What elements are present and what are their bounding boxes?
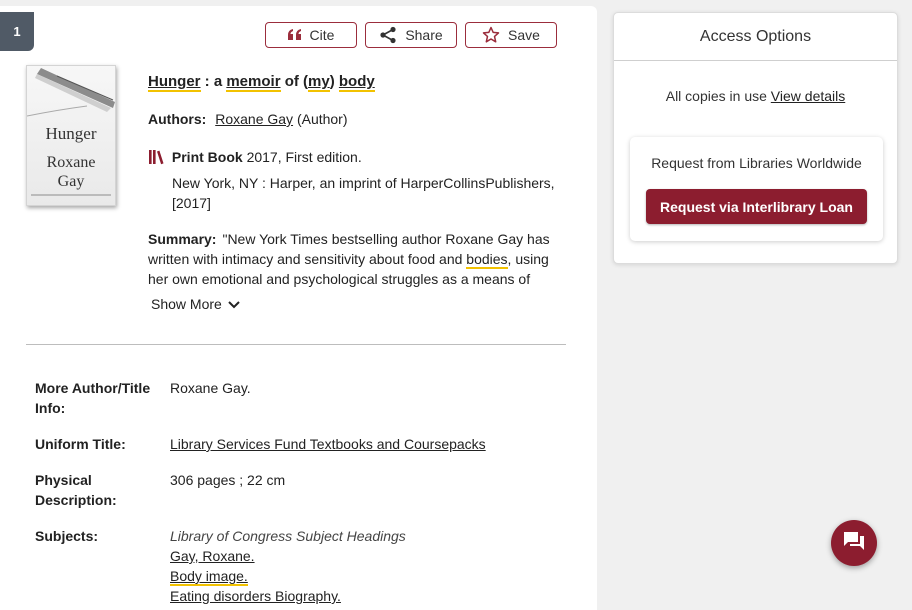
request-text: Request from Libraries Worldwide <box>651 155 862 171</box>
author-role: (Author) <box>296 111 348 127</box>
star-icon <box>482 26 500 44</box>
format-info: 2017, First edition. <box>246 149 362 165</box>
authors-label: Authors: <box>148 111 207 127</box>
detail-label: Physical Description: <box>35 472 117 508</box>
detail-row-physical: Physical Description: 306 pages ; 22 cm <box>35 470 575 510</box>
subject-link[interactable]: Eating disorders Biography. <box>170 588 341 604</box>
show-more-label: Show More <box>151 296 222 312</box>
cite-label: Cite <box>309 27 335 43</box>
subject-link[interactable]: Gay, Roxane. <box>170 548 255 564</box>
save-label: Save <box>508 27 540 43</box>
interlibrary-loan-button[interactable]: Request via Interlibrary Loan <box>646 189 867 224</box>
record-details: More Author/Title Info: Roxane Gay. Unif… <box>35 378 575 610</box>
chat-button[interactable] <box>831 520 877 566</box>
share-button[interactable]: Share <box>365 22 457 48</box>
record-actions: Cite Share Save <box>265 22 557 48</box>
authors-line: Authors: Roxane Gay (Author) <box>148 111 348 127</box>
access-options-title: Access Options <box>614 13 897 61</box>
subjects-heading: Library of Congress Subject Headings <box>170 528 406 544</box>
copies-text: All copies in use <box>665 88 767 104</box>
share-label: Share <box>405 27 443 43</box>
section-divider <box>26 344 566 345</box>
detail-label: Uniform Title: <box>35 436 126 452</box>
detail-label: Subjects: <box>35 528 99 544</box>
subject-link[interactable]: Body image. <box>170 568 248 586</box>
quote-icon <box>287 29 302 41</box>
format-line: Print Book 2017, First edition. <box>148 149 362 168</box>
cover-title: Hunger <box>45 124 97 143</box>
detail-label: More Author/Title Info: <box>35 380 151 416</box>
chevron-down-icon <box>228 296 240 312</box>
record-panel: 1 Cite Share Save Hunger Roxane Gay Hung… <box>0 6 597 610</box>
fork-illustration <box>27 68 115 117</box>
copies-status: All copies in use View details <box>614 88 897 104</box>
detail-value: Roxane Gay. <box>170 380 251 396</box>
cover-footer-line <box>31 194 111 196</box>
detail-row-more-author: More Author/Title Info: Roxane Gay. <box>35 378 575 418</box>
detail-row-uniform-title: Uniform Title: Library Services Fund Tex… <box>35 434 575 454</box>
summary-text: Summary: "New York Times bestselling auth… <box>148 231 550 287</box>
share-icon <box>379 26 397 44</box>
author-link[interactable]: Roxane Gay <box>215 111 293 127</box>
detail-value: 306 pages ; 22 cm <box>170 472 286 488</box>
publisher-info: New York, NY : Harper, an imprint of Har… <box>172 175 555 211</box>
cite-button[interactable]: Cite <box>265 22 357 48</box>
save-button[interactable]: Save <box>465 22 557 48</box>
books-icon <box>148 149 164 168</box>
chat-icon <box>843 531 865 556</box>
detail-row-subjects: Subjects: Library of Congress Subject He… <box>35 526 575 606</box>
cover-author: Roxane Gay <box>46 154 96 190</box>
request-card: Request from Libraries Worldwide Request… <box>630 137 883 241</box>
view-details-link[interactable]: View details <box>771 88 845 104</box>
format-name: Print Book <box>171 149 243 165</box>
uniform-title-link[interactable]: Library Services Fund Textbooks and Cour… <box>170 436 486 452</box>
result-number-badge: 1 <box>0 12 34 51</box>
access-options-panel: Access Options All copies in use View de… <box>613 12 898 264</box>
show-more-toggle[interactable]: Show More <box>151 296 240 312</box>
record-title-link[interactable]: Hunger : a memoir of (my) body <box>148 73 375 92</box>
book-cover-image[interactable]: Hunger Roxane Gay <box>26 65 116 206</box>
